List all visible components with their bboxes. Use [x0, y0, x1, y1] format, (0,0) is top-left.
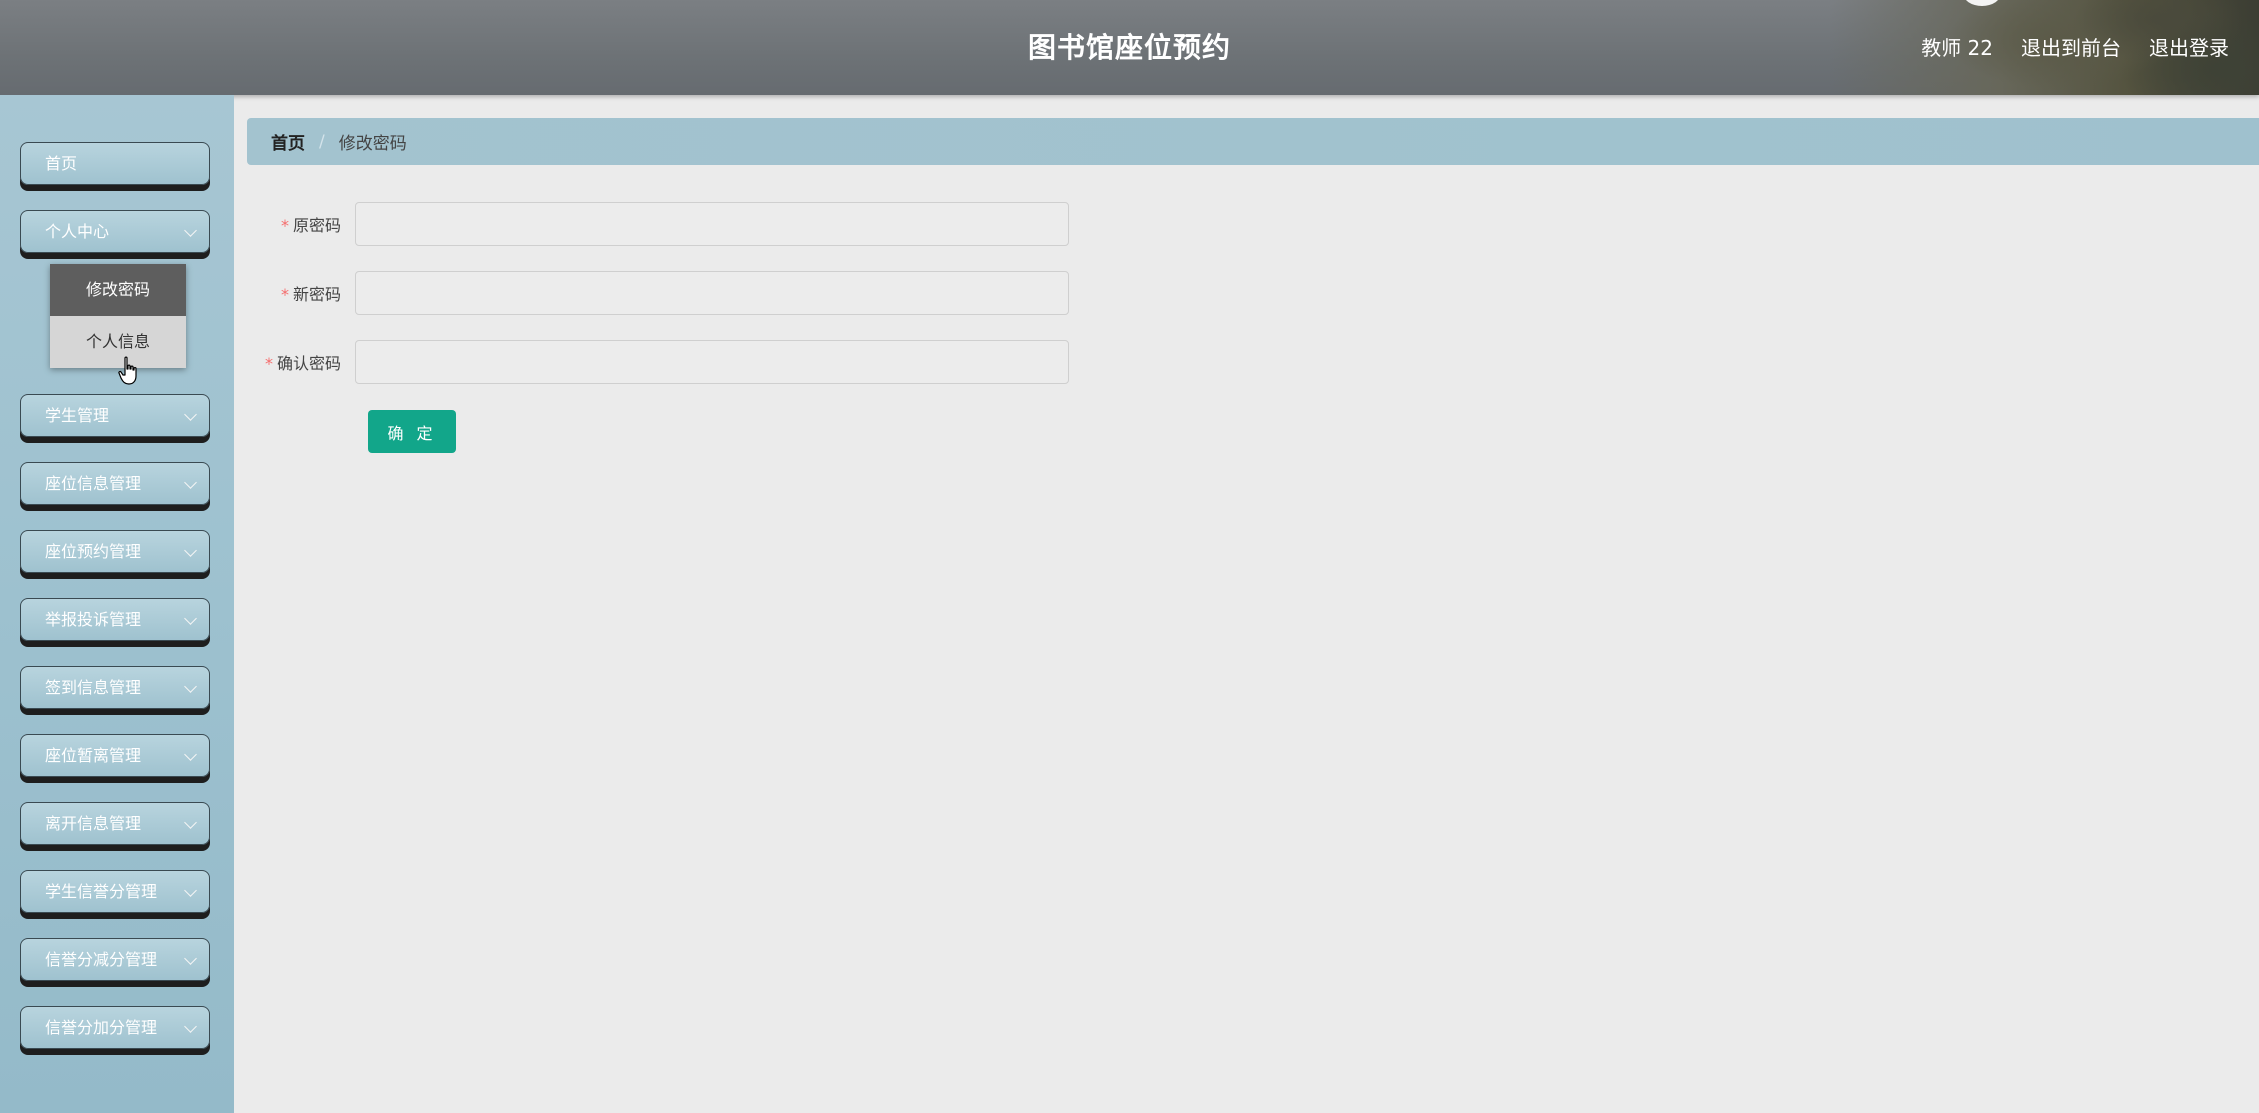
old-password-row: * 原密码: [255, 202, 1069, 246]
exit-to-front-link[interactable]: 退出到前台: [2021, 32, 2121, 61]
sidebar-item-complaints[interactable]: 举报投诉管理: [20, 598, 210, 641]
chevron-down-icon: [184, 408, 197, 421]
chevron-down-icon: [184, 884, 197, 897]
sidebar-item-label: 座位预约管理: [45, 542, 142, 561]
chevron-down-icon: [184, 748, 197, 761]
breadcrumb-home[interactable]: 首页: [271, 129, 305, 154]
sidebar-item-label: 信誉分减分管理: [45, 950, 158, 969]
old-password-input[interactable]: [355, 202, 1069, 246]
confirm-password-label: * 确认密码: [264, 354, 341, 373]
hand-cursor-icon: [118, 356, 137, 385]
confirm-password-row: * 确认密码: [255, 340, 1069, 384]
sidebar-item-label: 离开信息管理: [45, 814, 142, 833]
sidebar-item-label: 首页: [45, 154, 78, 173]
submenu-item-change-password[interactable]: 修改密码: [50, 264, 186, 316]
header-decoration: [1963, 0, 2001, 6]
personal-center-submenu: 修改密码 个人信息: [50, 264, 186, 368]
required-mark: *: [280, 216, 289, 235]
breadcrumb-current: 修改密码: [338, 134, 407, 154]
new-password-input[interactable]: [355, 271, 1069, 315]
chevron-down-icon: [184, 476, 197, 489]
current-user: 教师 22: [1921, 36, 1993, 60]
logout-link[interactable]: 退出登录: [2149, 32, 2229, 61]
required-mark: *: [264, 354, 273, 373]
sidebar-item-label: 签到信息管理: [45, 678, 142, 697]
confirm-button[interactable]: 确 定: [368, 410, 456, 453]
sidebar-item-temporary-leave[interactable]: 座位暂离管理: [20, 734, 210, 777]
sidebar-item-label: 学生管理: [45, 406, 110, 425]
sidebar-item-home[interactable]: 首页: [20, 142, 210, 185]
sidebar-item-label: 学生信誉分管理: [45, 882, 158, 901]
sidebar-item-label: 座位暂离管理: [45, 746, 142, 765]
sidebar-item-credit-addition[interactable]: 信誉分加分管理: [20, 1006, 210, 1049]
sidebar-item-student-management[interactable]: 学生管理: [20, 394, 210, 437]
sidebar-item-label: 个人中心: [45, 222, 110, 241]
chevron-down-icon: [184, 680, 197, 693]
required-mark: *: [280, 285, 289, 304]
chevron-down-icon: [184, 1020, 197, 1033]
sidebar-item-label: 举报投诉管理: [45, 610, 142, 629]
sidebar-item-label: 座位信息管理: [45, 474, 142, 493]
chevron-down-icon: [184, 224, 197, 237]
sidebar-item-personal-center[interactable]: 个人中心: [20, 210, 210, 253]
sidebar-item-credit-score[interactable]: 学生信誉分管理: [20, 870, 210, 913]
sidebar-item-check-in[interactable]: 签到信息管理: [20, 666, 210, 709]
header-user-area: 教师 22 退出到前台 退出登录: [1921, 32, 2229, 61]
sidebar-item-leave-info[interactable]: 离开信息管理: [20, 802, 210, 845]
sidebar-item-seat-reservation[interactable]: 座位预约管理: [20, 530, 210, 573]
sidebar-item-seat-info[interactable]: 座位信息管理: [20, 462, 210, 505]
chevron-down-icon: [184, 952, 197, 965]
sidebar: 首页 个人中心 学生管理 座位信息管理 座位预约管理 举报投诉管理 签到信息管理…: [0, 95, 234, 1113]
breadcrumb-separator: /: [319, 131, 325, 152]
confirm-password-input[interactable]: [355, 340, 1069, 384]
new-password-row: * 新密码: [255, 271, 1069, 315]
new-password-label: * 新密码: [280, 285, 341, 304]
chevron-down-icon: [184, 816, 197, 829]
chevron-down-icon: [184, 544, 197, 557]
breadcrumb: 首页 / 修改密码: [247, 118, 2259, 165]
sidebar-item-credit-deduction[interactable]: 信誉分减分管理: [20, 938, 210, 981]
old-password-label: * 原密码: [280, 216, 341, 235]
top-header: 图书馆座位预约 教师 22 退出到前台 退出登录: [0, 0, 2259, 95]
app-title: 图书馆座位预约: [1027, 31, 1231, 64]
chevron-down-icon: [184, 612, 197, 625]
sidebar-item-label: 信誉分加分管理: [45, 1018, 158, 1037]
